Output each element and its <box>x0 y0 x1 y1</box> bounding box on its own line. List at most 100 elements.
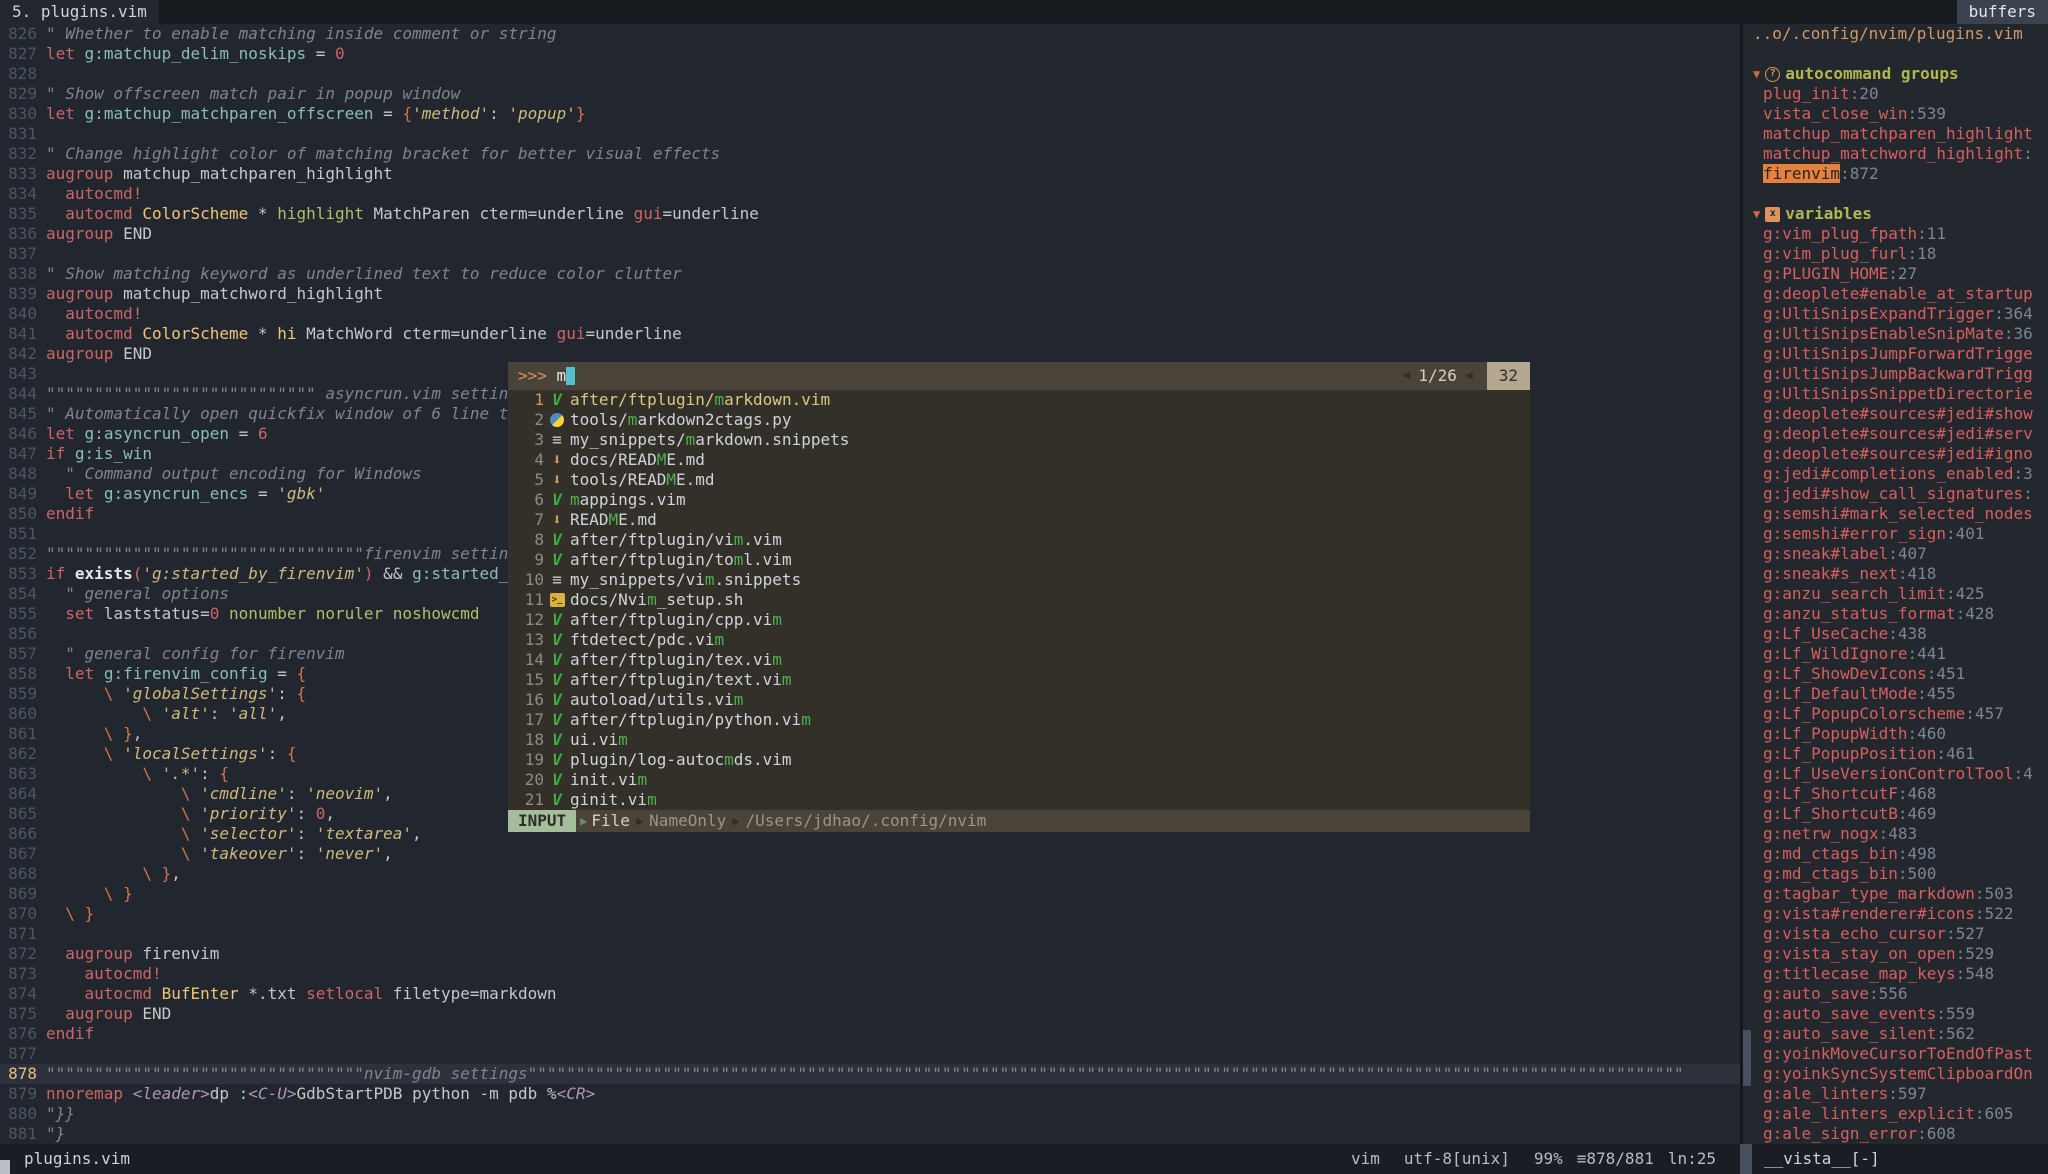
sidebar-tag-item[interactable]: g:auto_save:556 <box>1743 984 2048 1004</box>
code-line[interactable]: 838" Show matching keyword as underlined… <box>0 264 1740 284</box>
code-line[interactable]: 876endif <box>0 1024 1740 1044</box>
code-line[interactable]: 878"""""""""""""""""""""""""""""""""nvim… <box>0 1064 1740 1084</box>
code-line[interactable]: 831 <box>0 124 1740 144</box>
sidebar-tag-item[interactable]: g:UltiSnipsJumpForwardTrigge <box>1743 344 2048 364</box>
sidebar-tag-item[interactable]: g:yoinkMoveCursorToEndOfPast <box>1743 1044 2048 1064</box>
sidebar-tag-item[interactable]: g:netrw_nogx:483 <box>1743 824 2048 844</box>
code-line[interactable]: 840 autocmd! <box>0 304 1740 324</box>
file-result-row[interactable]: 8Vafter/ftplugin/vim.vim <box>508 530 1530 550</box>
file-result-row[interactable]: 7⬇README.md <box>508 510 1530 530</box>
code-line[interactable]: 836augroup END <box>0 224 1740 244</box>
file-result-row[interactable]: 6Vmappings.vim <box>508 490 1530 510</box>
sidebar-tag-item[interactable]: g:anzu_search_limit:425 <box>1743 584 2048 604</box>
code-line[interactable]: 832" Change highlight color of matching … <box>0 144 1740 164</box>
file-result-row[interactable]: 15Vafter/ftplugin/text.vim <box>508 670 1530 690</box>
collapse-arrow-icon[interactable]: ▼ <box>1753 64 1760 84</box>
sidebar-tag-item[interactable]: g:UltiSnipsJumpBackwardTrigg <box>1743 364 2048 384</box>
file-result-row[interactable]: 21Vginit.vim <box>508 790 1530 810</box>
collapse-arrow-icon[interactable]: ▼ <box>1753 204 1760 224</box>
sidebar-tag-item[interactable]: matchup_matchword_highlight: <box>1743 144 2048 164</box>
code-line[interactable]: 834 autocmd! <box>0 184 1740 204</box>
sidebar-tag-item[interactable]: g:deoplete#enable_at_startup <box>1743 284 2048 304</box>
file-result-row[interactable]: 9Vafter/ftplugin/toml.vim <box>508 550 1530 570</box>
file-result-row[interactable]: 2tools/markdown2ctags.py <box>508 410 1530 430</box>
sidebar-tag-item[interactable]: g:sneak#s_next:418 <box>1743 564 2048 584</box>
file-result-row[interactable]: 20Vinit.vim <box>508 770 1530 790</box>
file-result-row[interactable]: 13Vftdetect/pdc.vim <box>508 630 1530 650</box>
code-line[interactable]: 874 autocmd BufEnter *.txt setlocal file… <box>0 984 1740 1004</box>
code-line[interactable]: 828 <box>0 64 1740 84</box>
code-line[interactable]: 881"} <box>0 1124 1740 1144</box>
sidebar-tag-item[interactable]: g:ale_linters_explicit:605 <box>1743 1104 2048 1124</box>
file-result-row[interactable]: 1Vafter/ftplugin/markdown.vim <box>508 390 1530 410</box>
sidebar-tag-item[interactable]: g:yoinkSyncSystemClipboardOn <box>1743 1064 2048 1084</box>
sidebar-tag-item[interactable]: g:titlecase_map_keys:548 <box>1743 964 2048 984</box>
sidebar-tag-item[interactable]: g:vista_stay_on_open:529 <box>1743 944 2048 964</box>
sidebar-tag-item[interactable]: g:sneak#label:407 <box>1743 544 2048 564</box>
sidebar-tag-item[interactable]: g:deoplete#sources#jedi#serv <box>1743 424 2048 444</box>
code-line[interactable]: 841 autocmd ColorScheme * hi MatchWord c… <box>0 324 1740 344</box>
code-line[interactable]: 826" Whether to enable matching inside c… <box>0 24 1740 44</box>
code-line[interactable]: 842augroup END <box>0 344 1740 364</box>
code-line[interactable]: 867 \ 'takeover': 'never', <box>0 844 1740 864</box>
buffers-label[interactable]: buffers <box>1957 0 2048 24</box>
sidebar-tag-item[interactable]: g:UltiSnipsExpandTrigger:364 <box>1743 304 2048 324</box>
code-line[interactable]: 830let g:matchup_matchparen_offscreen = … <box>0 104 1740 124</box>
sidebar-tag-item[interactable]: g:vista#renderer#icons:522 <box>1743 904 2048 924</box>
code-line[interactable]: 827let g:matchup_delim_noskips = 0 <box>0 44 1740 64</box>
search-query[interactable]: m <box>557 362 567 390</box>
vista-sidebar[interactable]: ..o/.config/nvim/plugins.vim▼?autocomman… <box>1740 24 2048 1144</box>
code-line[interactable]: 869 \ } <box>0 884 1740 904</box>
sidebar-tag-item[interactable]: plug_init:20 <box>1743 84 2048 104</box>
sidebar-tag-item[interactable]: g:auto_save_events:559 <box>1743 1004 2048 1024</box>
sidebar-tag-item[interactable]: g:vim_plug_fpath:11 <box>1743 224 2048 244</box>
sidebar-tag-item[interactable]: g:Lf_ShortcutB:469 <box>1743 804 2048 824</box>
code-line[interactable]: 880"}} <box>0 1104 1740 1124</box>
file-result-row[interactable]: 12Vafter/ftplugin/cpp.vim <box>508 610 1530 630</box>
file-result-row[interactable]: 17Vafter/ftplugin/python.vim <box>508 710 1530 730</box>
file-result-row[interactable]: 3≡my_snippets/markdown.snippets <box>508 430 1530 450</box>
sidebar-tag-item[interactable]: g:Lf_WildIgnore:441 <box>1743 644 2048 664</box>
sidebar-tag-item[interactable]: g:Lf_PopupPosition:461 <box>1743 744 2048 764</box>
sidebar-tag-item[interactable]: g:md_ctags_bin:498 <box>1743 844 2048 864</box>
sidebar-tag-item[interactable]: g:Lf_UseVersionControlTool:4 <box>1743 764 2048 784</box>
sidebar-tag-item[interactable]: g:vista_echo_cursor:527 <box>1743 924 2048 944</box>
code-line[interactable]: 835 autocmd ColorScheme * highlight Matc… <box>0 204 1740 224</box>
code-line[interactable]: 875 augroup END <box>0 1004 1740 1024</box>
sidebar-tag-item[interactable]: g:vim_plug_furl:18 <box>1743 244 2048 264</box>
code-line[interactable]: 868 \ }, <box>0 864 1740 884</box>
leaderf-result-list[interactable]: 1Vafter/ftplugin/markdown.vim2tools/mark… <box>508 390 1530 810</box>
file-result-row[interactable]: 16Vautoload/utils.vim <box>508 690 1530 710</box>
file-result-row[interactable]: 18Vui.vim <box>508 730 1530 750</box>
file-result-row[interactable]: 5⬇tools/README.md <box>508 470 1530 490</box>
leaderf-input-bar[interactable]: >>> m ◀ 1/26 ◀ 32 <box>508 362 1530 390</box>
sidebar-tag-item[interactable]: g:Lf_ShortcutF:468 <box>1743 784 2048 804</box>
sidebar-tag-item[interactable]: g:UltiSnipsEnableSnipMate:36 <box>1743 324 2048 344</box>
file-result-row[interactable]: 4⬇docs/README.md <box>508 450 1530 470</box>
sidebar-tag-item[interactable]: g:Lf_PopupWidth:460 <box>1743 724 2048 744</box>
sidebar-tag-item[interactable]: g:ale_linters:597 <box>1743 1084 2048 1104</box>
sidebar-section-header[interactable]: ▼xvariables <box>1743 204 2048 224</box>
file-result-row[interactable]: 10≡my_snippets/vim.snippets <box>508 570 1530 590</box>
sidebar-tag-item[interactable]: g:Lf_ShowDevIcons:451 <box>1743 664 2048 684</box>
sidebar-tag-item[interactable]: g:Lf_PopupColorscheme:457 <box>1743 704 2048 724</box>
sidebar-tag-item[interactable]: g:jedi#completions_enabled:3 <box>1743 464 2048 484</box>
sidebar-tag-item[interactable]: g:semshi#mark_selected_nodes <box>1743 504 2048 524</box>
sidebar-tag-item[interactable]: g:Lf_UseCache:438 <box>1743 624 2048 644</box>
sidebar-tag-item[interactable]: g:UltiSnipsSnippetDirectorie <box>1743 384 2048 404</box>
sidebar-tag-item[interactable]: vista_close_win:539 <box>1743 104 2048 124</box>
sidebar-tag-item[interactable]: g:semshi#error_sign:401 <box>1743 524 2048 544</box>
sidebar-tag-item[interactable]: g:auto_save_silent:562 <box>1743 1024 2048 1044</box>
code-line[interactable]: 871 <box>0 924 1740 944</box>
sidebar-tag-item[interactable]: g:PLUGIN_HOME:27 <box>1743 264 2048 284</box>
sidebar-tag-item[interactable]: g:anzu_status_format:428 <box>1743 604 2048 624</box>
code-line[interactable]: 870 \ } <box>0 904 1740 924</box>
sidebar-tag-item[interactable]: g:md_ctags_bin:500 <box>1743 864 2048 884</box>
code-line[interactable]: 837 <box>0 244 1740 264</box>
code-line[interactable]: 879nnoremap <leader>dp :<C-U>GdbStartPDB… <box>0 1084 1740 1104</box>
tab-plugins-vim[interactable]: 5. plugins.vim <box>0 0 159 24</box>
file-result-row[interactable]: 14Vafter/ftplugin/tex.vim <box>508 650 1530 670</box>
sidebar-tag-item[interactable]: g:jedi#show_call_signatures: <box>1743 484 2048 504</box>
file-result-row[interactable]: 11>_docs/Nvim_setup.sh <box>508 590 1530 610</box>
code-line[interactable]: 833augroup matchup_matchparen_highlight <box>0 164 1740 184</box>
